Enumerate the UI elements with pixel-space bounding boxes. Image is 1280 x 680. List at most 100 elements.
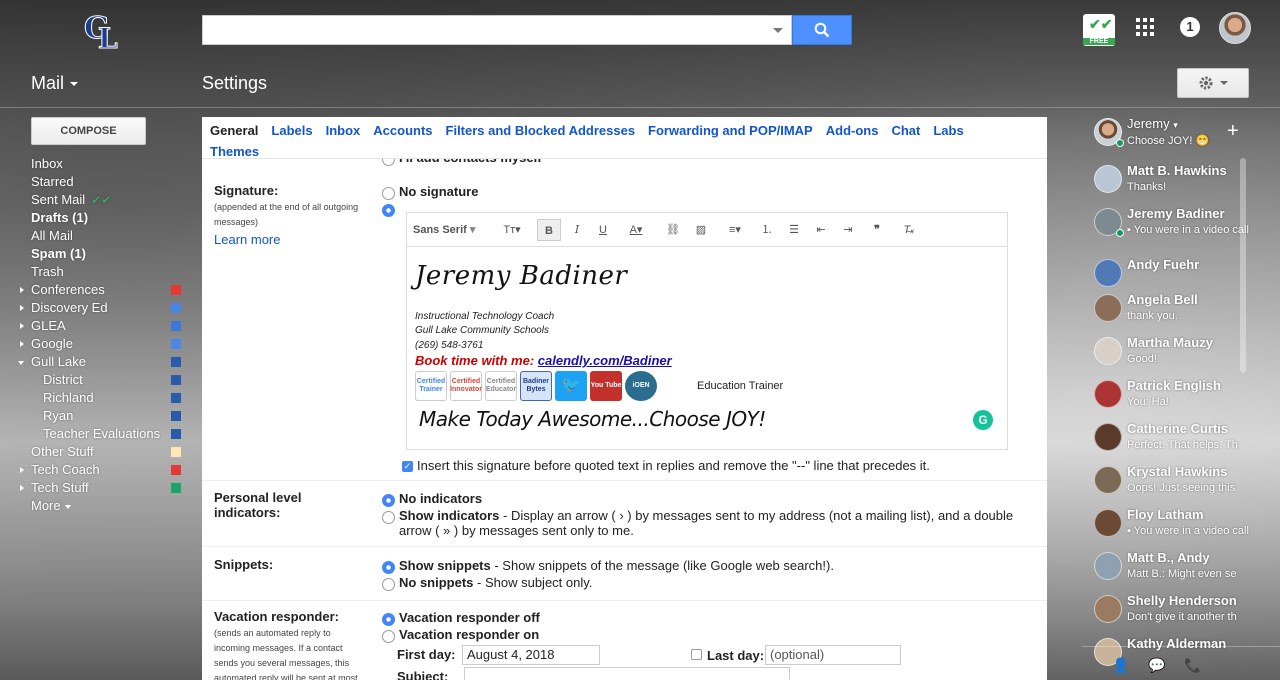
ioen-badge-icon[interactable]: iOEN bbox=[625, 371, 657, 401]
nav-item-gull-lake[interactable]: Gull Lake bbox=[0, 353, 190, 371]
nav-item-ryan[interactable]: Ryan bbox=[0, 407, 190, 425]
hangouts-icon[interactable]: 💬 bbox=[1148, 657, 1165, 674]
account-avatar[interactable] bbox=[1219, 12, 1251, 44]
nav-item-inbox[interactable]: Inbox bbox=[0, 155, 190, 173]
settings-gear-button[interactable] bbox=[1177, 68, 1249, 98]
link-icon[interactable]: ⛓ bbox=[663, 219, 683, 241]
label-color-swatch[interactable] bbox=[171, 429, 181, 439]
nav-item-more[interactable]: More bbox=[0, 497, 190, 515]
label-color-swatch[interactable] bbox=[171, 285, 181, 295]
tab-chat[interactable]: Chat bbox=[891, 123, 920, 138]
nav-item-district[interactable]: District bbox=[0, 371, 190, 389]
chat-contact[interactable]: Andy Fuehr bbox=[1094, 257, 1274, 297]
font-size-icon[interactable]: Tт▾ bbox=[497, 219, 527, 241]
quote-icon[interactable]: ❞ bbox=[867, 219, 887, 241]
tab-labels[interactable]: Labels bbox=[271, 123, 312, 138]
vacation-off-radio[interactable] bbox=[382, 613, 395, 626]
chat-contact[interactable]: Krystal Hawkins Oops! Just seeing this bbox=[1094, 464, 1274, 504]
label-color-swatch[interactable] bbox=[171, 303, 181, 313]
tab-filters[interactable]: Filters and Blocked Addresses bbox=[446, 123, 636, 138]
new-chat-plus-icon[interactable]: + bbox=[1227, 120, 1239, 143]
label-color-swatch[interactable] bbox=[171, 465, 181, 475]
tab-add-ons[interactable]: Add-ons bbox=[826, 123, 879, 138]
signature-body[interactable]: Jeremy Badiner Instructional Technology … bbox=[407, 249, 1007, 449]
nav-item-glea[interactable]: GLEA bbox=[0, 317, 190, 335]
label-color-swatch[interactable] bbox=[171, 411, 181, 421]
notifications-badge[interactable]: 1 bbox=[1180, 17, 1200, 37]
expand-arrow-icon[interactable] bbox=[20, 287, 24, 293]
label-color-swatch[interactable] bbox=[171, 483, 181, 493]
image-icon[interactable]: ▨ bbox=[691, 219, 711, 241]
tab-accounts[interactable]: Accounts bbox=[373, 123, 432, 138]
nav-item-discovery-ed[interactable]: Discovery Ed bbox=[0, 299, 190, 317]
label-color-swatch[interactable] bbox=[171, 393, 181, 403]
chat-contact[interactable]: Patrick English You: Ha! bbox=[1094, 378, 1274, 418]
text-color-icon[interactable]: A▾ bbox=[621, 219, 651, 241]
subject-input[interactable] bbox=[464, 667, 790, 680]
label-color-swatch[interactable] bbox=[171, 357, 181, 367]
mail-switcher[interactable]: Mail bbox=[31, 73, 79, 94]
indent-more-icon[interactable]: ⇥ bbox=[838, 219, 858, 241]
nav-item-starred[interactable]: Starred bbox=[0, 173, 190, 191]
no-indicators-radio[interactable] bbox=[382, 494, 395, 507]
collapse-arrow-icon[interactable] bbox=[18, 361, 24, 365]
show-indicators-radio[interactable] bbox=[382, 511, 395, 524]
underline-icon[interactable]: U bbox=[593, 219, 613, 241]
nav-item-spam[interactable]: Spam (1) bbox=[0, 245, 190, 263]
chat-scrollbar[interactable] bbox=[1240, 158, 1246, 373]
badiner-bytes-icon[interactable]: Badiner Bytes bbox=[520, 371, 552, 401]
google-trainer-badge-icon[interactable]: Certified Trainer bbox=[415, 371, 447, 401]
grammarly-icon[interactable]: G bbox=[973, 410, 993, 430]
tab-labs[interactable]: Labs bbox=[933, 123, 963, 138]
chat-contact[interactable]: Jeremy Badiner ▪ You were in a video call bbox=[1094, 206, 1274, 246]
search-button[interactable] bbox=[792, 15, 852, 45]
tab-themes[interactable]: Themes bbox=[210, 144, 259, 159]
nav-item-all-mail[interactable]: All Mail bbox=[0, 227, 190, 245]
first-day-input[interactable]: August 4, 2018 bbox=[462, 645, 600, 665]
vacation-on-radio[interactable] bbox=[382, 630, 395, 643]
chat-contact[interactable]: Matt B., Andy Matt B.: Might even se bbox=[1094, 550, 1274, 590]
nav-item-conferences[interactable]: Conferences bbox=[0, 281, 190, 299]
font-select[interactable]: Sans Serif ▾ bbox=[413, 219, 483, 241]
tab-inbox[interactable]: Inbox bbox=[326, 123, 361, 138]
signature-radio[interactable] bbox=[382, 204, 395, 217]
nav-item-sent-mail[interactable]: Sent Mail ✔✔ bbox=[0, 191, 190, 209]
chat-contact[interactable]: Angela Bell thank you. bbox=[1094, 292, 1274, 332]
align-icon[interactable]: ≡▾ bbox=[721, 219, 749, 241]
italic-icon[interactable]: I bbox=[567, 219, 587, 241]
apple-icon[interactable] bbox=[660, 371, 692, 401]
chat-contact[interactable]: Catherine Curtis Perfect. That helps. Th bbox=[1094, 421, 1274, 461]
gl-logo-icon[interactable]: G L bbox=[82, 8, 122, 51]
no-signature-radio[interactable] bbox=[382, 187, 395, 200]
apps-grid-icon[interactable] bbox=[1136, 18, 1154, 36]
search-input[interactable] bbox=[202, 15, 792, 45]
nav-item-tech-stuff[interactable]: Tech Stuff bbox=[0, 479, 190, 497]
learn-more-link[interactable]: Learn more bbox=[214, 232, 364, 247]
expand-arrow-icon[interactable] bbox=[20, 485, 24, 491]
search-options-caret-icon[interactable] bbox=[773, 28, 783, 33]
remove-formatting-icon[interactable]: T̶ₓ bbox=[899, 219, 919, 241]
label-color-swatch[interactable] bbox=[171, 321, 181, 331]
twitter-icon[interactable]: 🐦 bbox=[555, 371, 587, 401]
signature-editor[interactable]: Sans Serif ▾ Tт▾ B I U A▾ ⛓ ▨ ≡▾ ⒈ ☰ ⇤ ⇥… bbox=[406, 212, 1008, 450]
numbered-list-icon[interactable]: ⒈ bbox=[757, 219, 777, 241]
boomerang-free-icon[interactable]: ✔✔ FREE bbox=[1083, 14, 1115, 46]
expand-arrow-icon[interactable] bbox=[20, 467, 24, 473]
expand-arrow-icon[interactable] bbox=[20, 323, 24, 329]
label-color-swatch[interactable] bbox=[171, 339, 181, 349]
chat-contact[interactable]: Shelly Henderson Don't give it another th bbox=[1094, 593, 1274, 633]
insert-before-checkbox[interactable]: ✓ bbox=[402, 461, 413, 472]
calendly-link[interactable]: calendly.com/Badiner bbox=[538, 353, 672, 368]
compose-button[interactable]: COMPOSE bbox=[31, 117, 146, 145]
contacts-person-icon[interactable]: 👤 bbox=[1112, 657, 1129, 674]
expand-arrow-icon[interactable] bbox=[20, 341, 24, 347]
chat-self[interactable]: Jeremy ▾ Choose JOY! 😁 bbox=[1094, 116, 1274, 156]
bold-icon[interactable]: B bbox=[537, 219, 561, 241]
last-day-input[interactable]: (optional) bbox=[765, 645, 901, 665]
no-snippets-radio[interactable] bbox=[382, 578, 395, 591]
nav-item-other-stuff[interactable]: Other Stuff bbox=[0, 443, 190, 461]
phone-icon[interactable]: 📞 bbox=[1184, 657, 1201, 674]
chat-contact[interactable]: Floy Latham ▪ You were in a video call bbox=[1094, 507, 1274, 547]
indent-less-icon[interactable]: ⇤ bbox=[811, 219, 831, 241]
google-educator-badge-icon[interactable]: Certified Educator bbox=[485, 371, 517, 401]
